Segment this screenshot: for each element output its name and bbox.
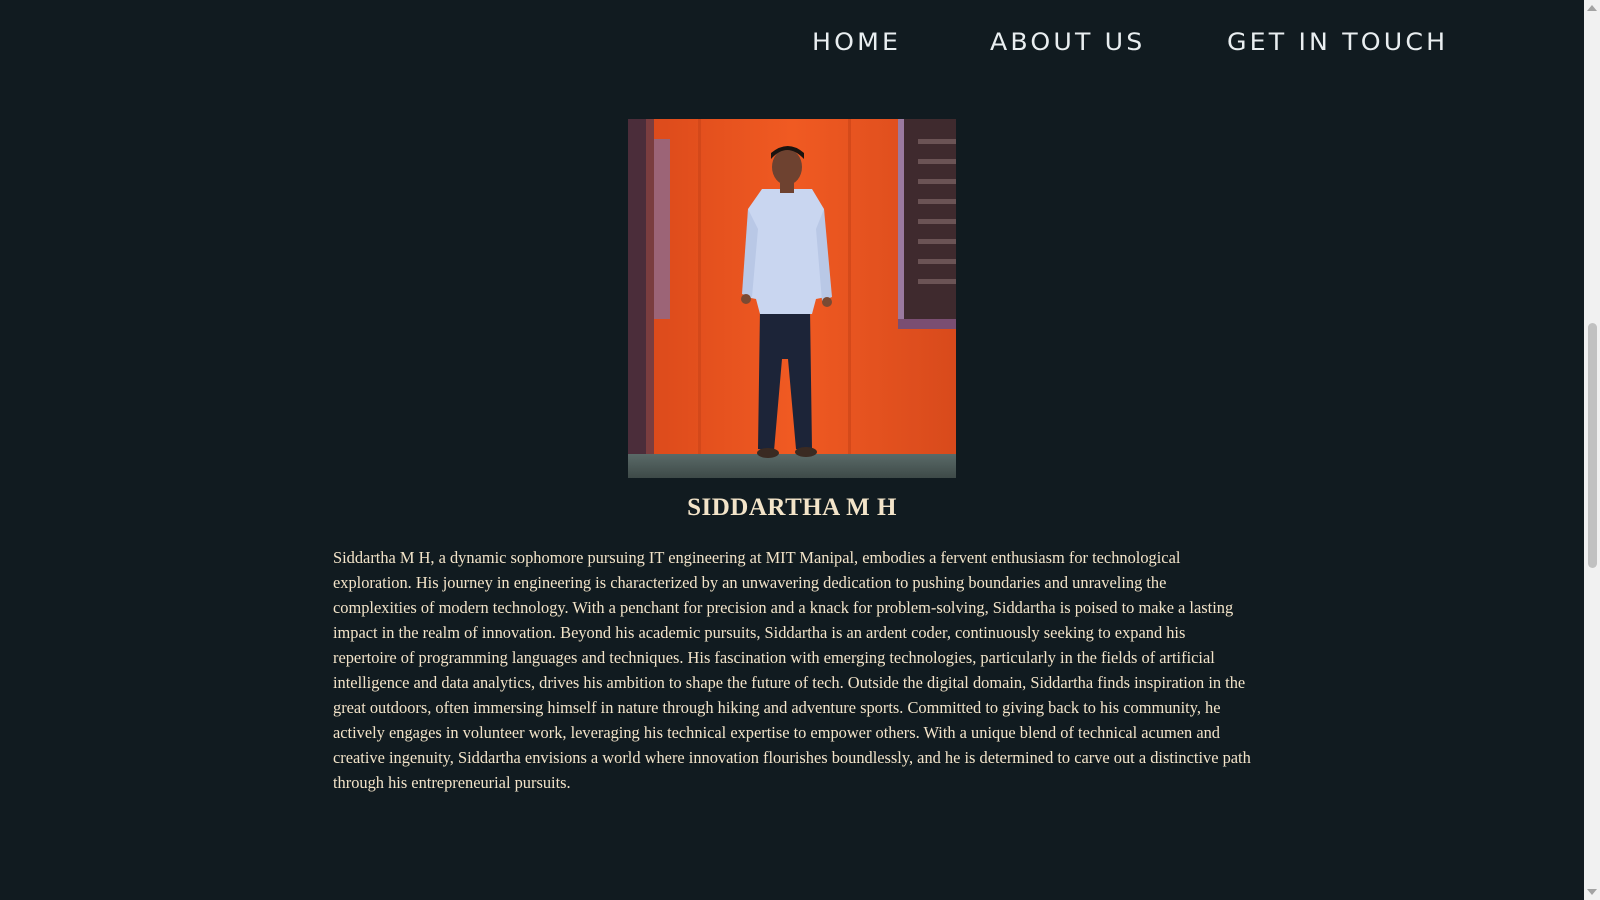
nav-about-us-link[interactable]: About Us — [990, 24, 1145, 60]
profile-bio: Siddartha M H, a dynamic sophomore pursu… — [333, 548, 1251, 792]
scroll-up-arrow-icon[interactable] — [1584, 0, 1600, 16]
page: Home About Us Get In Touch — [0, 0, 1584, 900]
nav-get-in-touch-link[interactable]: Get In Touch — [1227, 24, 1448, 60]
nav-home-link[interactable]: Home — [812, 24, 901, 60]
scrollbar-thumb[interactable] — [1588, 323, 1597, 568]
profile-name: SIDDARTHA M H — [687, 494, 897, 521]
profile-photo — [628, 119, 956, 478]
scroll-down-arrow-icon[interactable] — [1584, 884, 1600, 900]
vertical-scrollbar[interactable] — [1584, 0, 1600, 900]
top-navigation: Home About Us Get In Touch — [0, 24, 1584, 64]
profile-photo-illustration — [628, 119, 956, 478]
